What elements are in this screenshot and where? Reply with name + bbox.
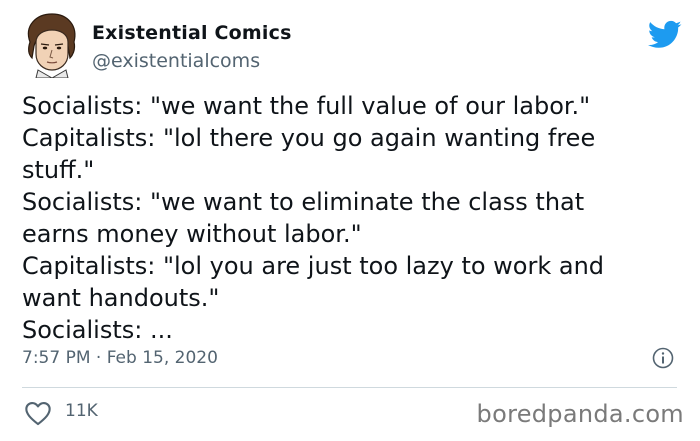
tweet-line: want handouts." bbox=[22, 284, 220, 312]
avatar[interactable] bbox=[22, 12, 80, 78]
tweet-header: Existential Comics @existentialcoms bbox=[22, 12, 682, 82]
tweet-line: earns money without labor." bbox=[22, 220, 362, 248]
heart-icon[interactable] bbox=[24, 400, 52, 426]
tweet-text: Socialists: "we want the full value of o… bbox=[22, 90, 682, 346]
divider bbox=[22, 387, 677, 388]
like-count: 11K bbox=[65, 401, 98, 421]
author-name[interactable]: Existential Comics bbox=[92, 22, 292, 44]
tweet-line: Socialists: ... bbox=[22, 316, 173, 344]
tweet-timestamp[interactable]: 7:57 PM · Feb 15, 2020 bbox=[22, 348, 218, 368]
tweet-line: Capitalists: "lol you are just too lazy … bbox=[22, 252, 605, 280]
twitter-bird-icon bbox=[648, 20, 682, 48]
tweet-line: stuff." bbox=[22, 156, 95, 184]
tweet-line: Capitalists: "lol there you go again wan… bbox=[22, 124, 596, 152]
tweet-line: Socialists: "we want to eliminate the cl… bbox=[22, 188, 585, 216]
author-handle[interactable]: @existentialcoms bbox=[92, 50, 260, 72]
watermark: boredpanda.com bbox=[476, 400, 684, 428]
tweet-line: Socialists: "we want the full value of o… bbox=[22, 92, 591, 120]
info-icon[interactable] bbox=[652, 347, 674, 369]
